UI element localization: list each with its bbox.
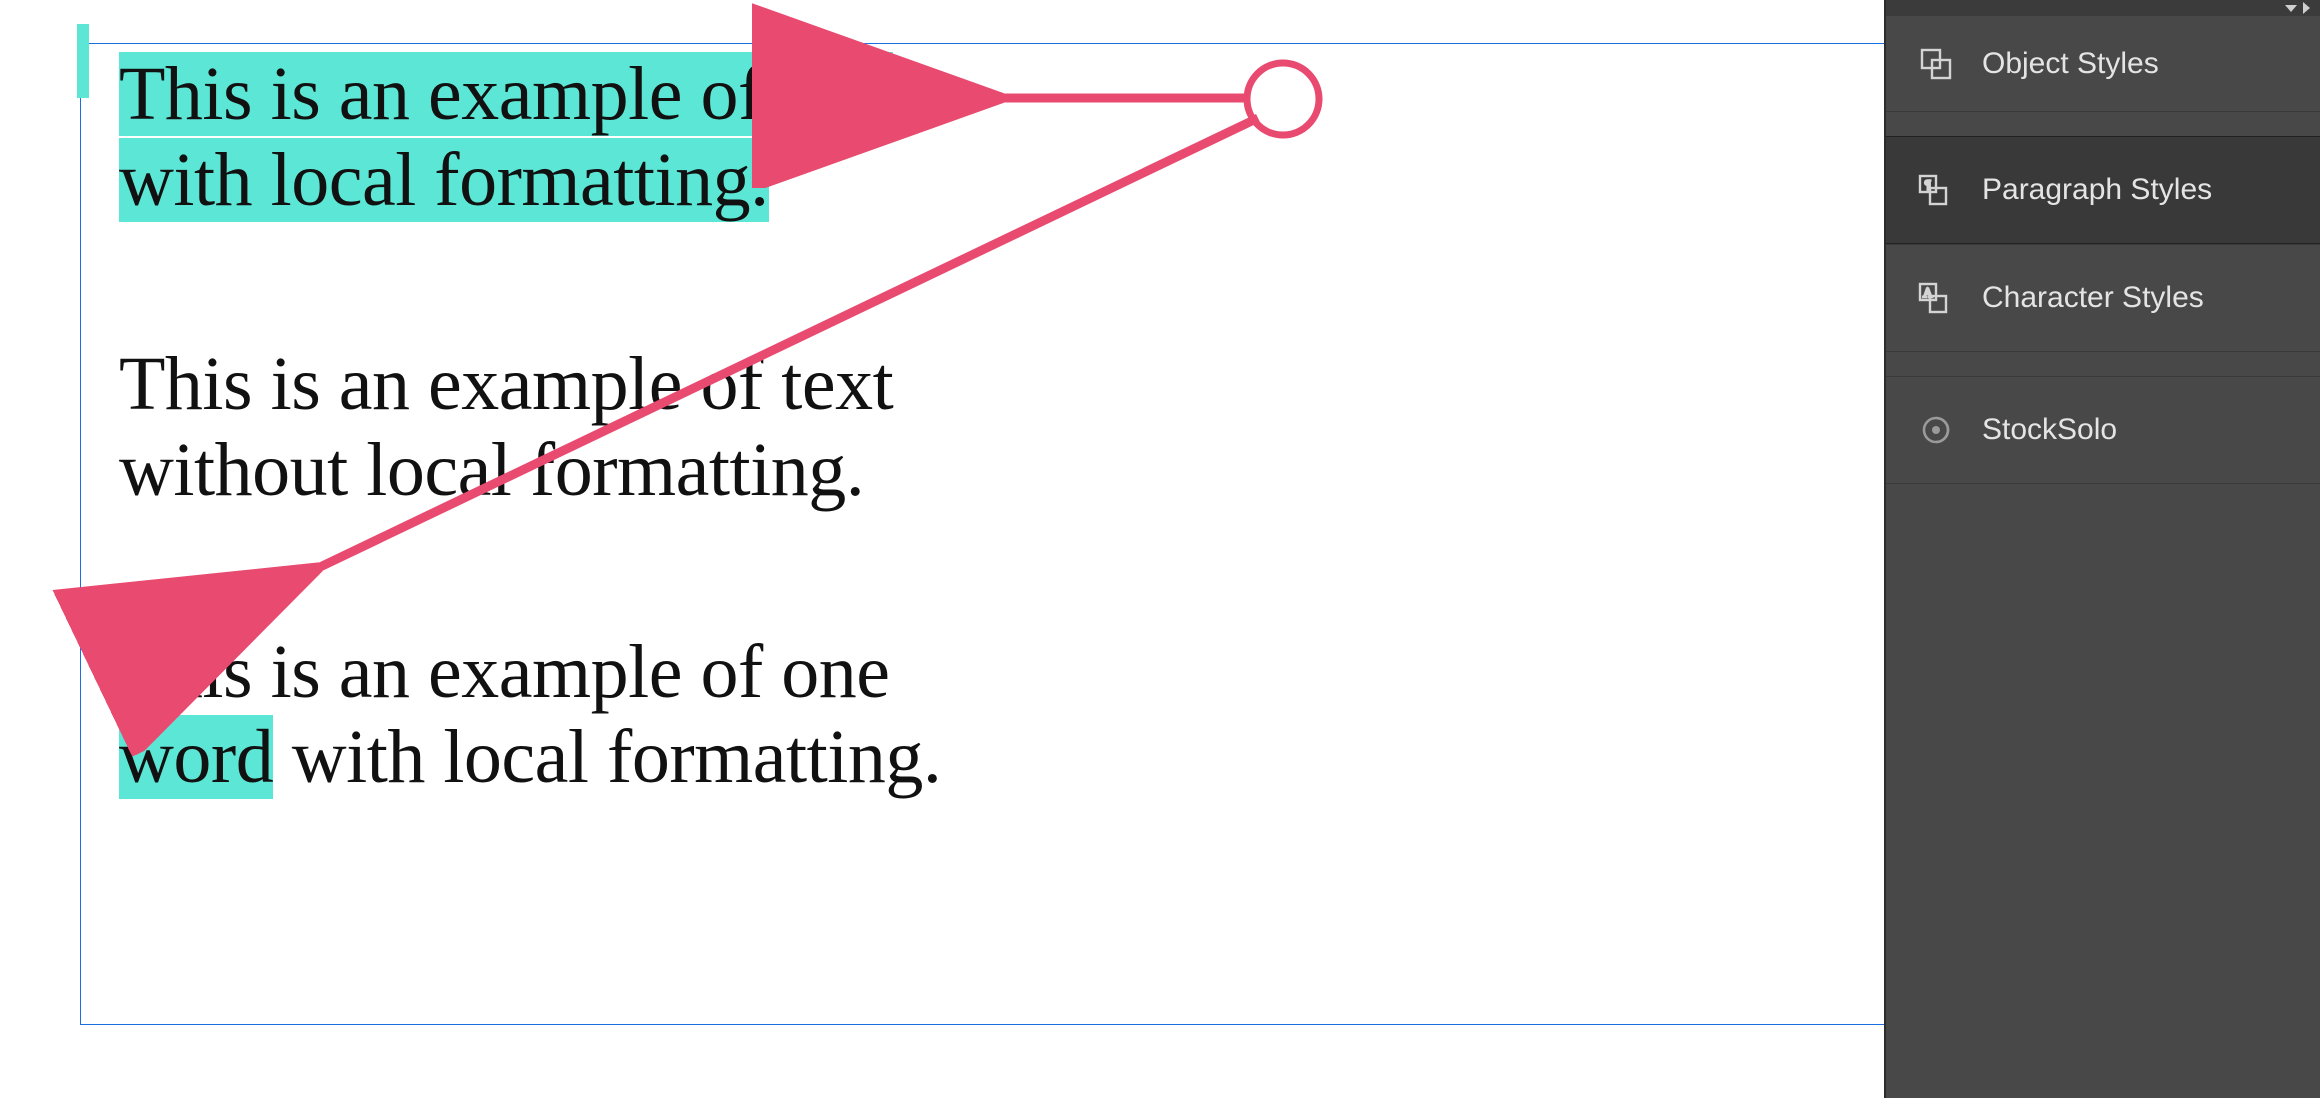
chevron-down-icon [2285,5,2297,12]
dock-item-character-styles[interactable]: A Character Styles [1886,244,2320,352]
svg-text:¶: ¶ [1925,177,1931,191]
stocksolo-icon [1914,410,1958,450]
paragraph-1[interactable]: This is an example of text with local fo… [119,52,1863,224]
character-styles-icon: A [1914,278,1958,318]
dock-item-paragraph-styles[interactable]: ¶ Paragraph Styles [1886,136,2320,244]
object-styles-icon [1914,44,1958,84]
paragraph-2[interactable]: This is an example of text without local… [119,342,1863,514]
dock-item-object-styles[interactable]: Object Styles [1886,16,2320,112]
paragraph-1-line-2: with local formatting. [119,138,769,222]
dock-item-stocksolo[interactable]: StockSolo [1886,376,2320,484]
chevron-right-icon [2303,2,2310,14]
dock-item-label: Character Styles [1982,281,2204,315]
highlight-edge [77,24,89,98]
text-frame[interactable]: This is an example of text with local fo… [80,43,1898,1025]
paragraph-1-line-1: This is an example of text [119,52,893,136]
paragraph-3[interactable]: This is an example of one word with loca… [119,630,1863,802]
paragraph-2-line-1: This is an example of text [119,342,893,426]
right-panel-dock[interactable]: Object Styles ¶ Paragraph Styles A Chara… [1884,0,2320,1098]
paragraph-2-line-2: without local formatting. [119,428,864,512]
svg-text:A: A [1923,285,1933,300]
dock-item-label: StockSolo [1982,413,2117,447]
dock-item-label: Object Styles [1982,47,2159,81]
paragraph-3-line-2-rest: with local formatting. [273,715,941,799]
paragraph-3-line-1: This is an example of one [119,630,890,714]
dock-collapse-control[interactable] [1886,0,2320,16]
dock-item-label: Paragraph Styles [1982,173,2212,207]
paragraph-3-highlight-word: word [119,715,273,799]
paragraph-styles-icon: ¶ [1914,170,1958,210]
text-body[interactable]: This is an example of text with local fo… [81,52,1897,801]
